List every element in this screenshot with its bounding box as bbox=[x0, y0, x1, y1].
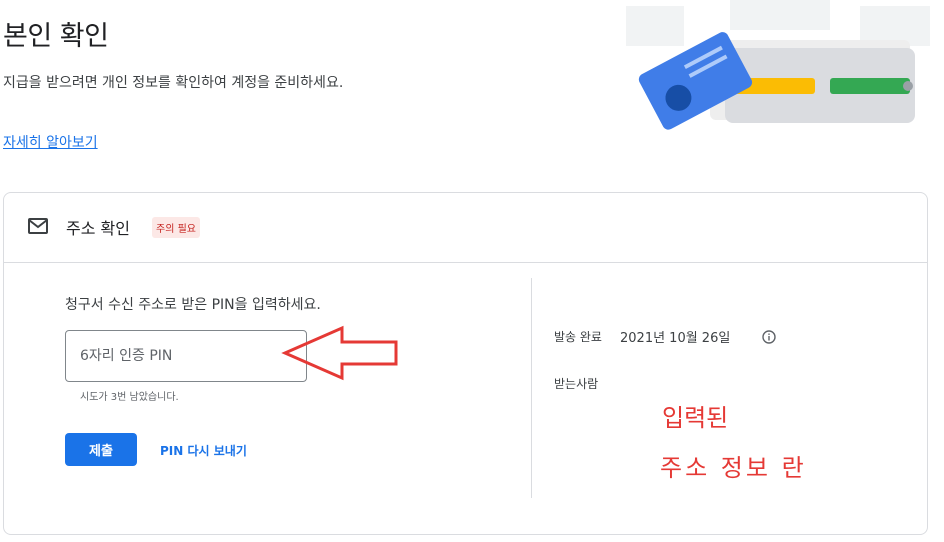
resend-pin-link[interactable]: PIN 다시 보내기 bbox=[160, 442, 247, 459]
annotation-line-1: 입력된 bbox=[662, 404, 729, 432]
address-verification-card: 주소 확인 주의 필요 청구서 수신 주소로 받은 PIN을 입력하세요. 시도… bbox=[3, 192, 928, 535]
attempts-remaining: 시도가 3번 남았습니다. bbox=[80, 392, 179, 403]
learn-more-link[interactable]: 자세히 알아보기 bbox=[3, 132, 98, 152]
vertical-divider bbox=[531, 278, 532, 498]
info-icon[interactable] bbox=[762, 330, 776, 344]
mail-icon bbox=[28, 218, 48, 234]
red-arrow-annotation bbox=[281, 325, 398, 381]
annotation-line-2: 주소 정보 란 bbox=[660, 454, 807, 482]
recipient-label: 받는사람 bbox=[554, 377, 599, 391]
id-card-wallet-illustration bbox=[626, 0, 930, 130]
submit-button[interactable]: 제출 bbox=[65, 433, 137, 466]
card-title: 주소 확인 bbox=[66, 219, 130, 238]
pin-input[interactable] bbox=[65, 330, 307, 382]
card-header: 주소 확인 주의 필요 bbox=[4, 193, 927, 263]
status-badge: 주의 필요 bbox=[152, 217, 200, 238]
instruction-text: 청구서 수신 주소로 받은 PIN을 입력하세요. bbox=[65, 297, 321, 313]
sent-label: 발송 완료 bbox=[554, 330, 602, 344]
page-title: 본인 확인 bbox=[3, 21, 109, 52]
sent-date: 2021년 10월 26일 bbox=[620, 331, 731, 346]
page-description: 지급을 받으려면 개인 정보를 확인하여 계정을 준비하세요. bbox=[3, 75, 344, 91]
